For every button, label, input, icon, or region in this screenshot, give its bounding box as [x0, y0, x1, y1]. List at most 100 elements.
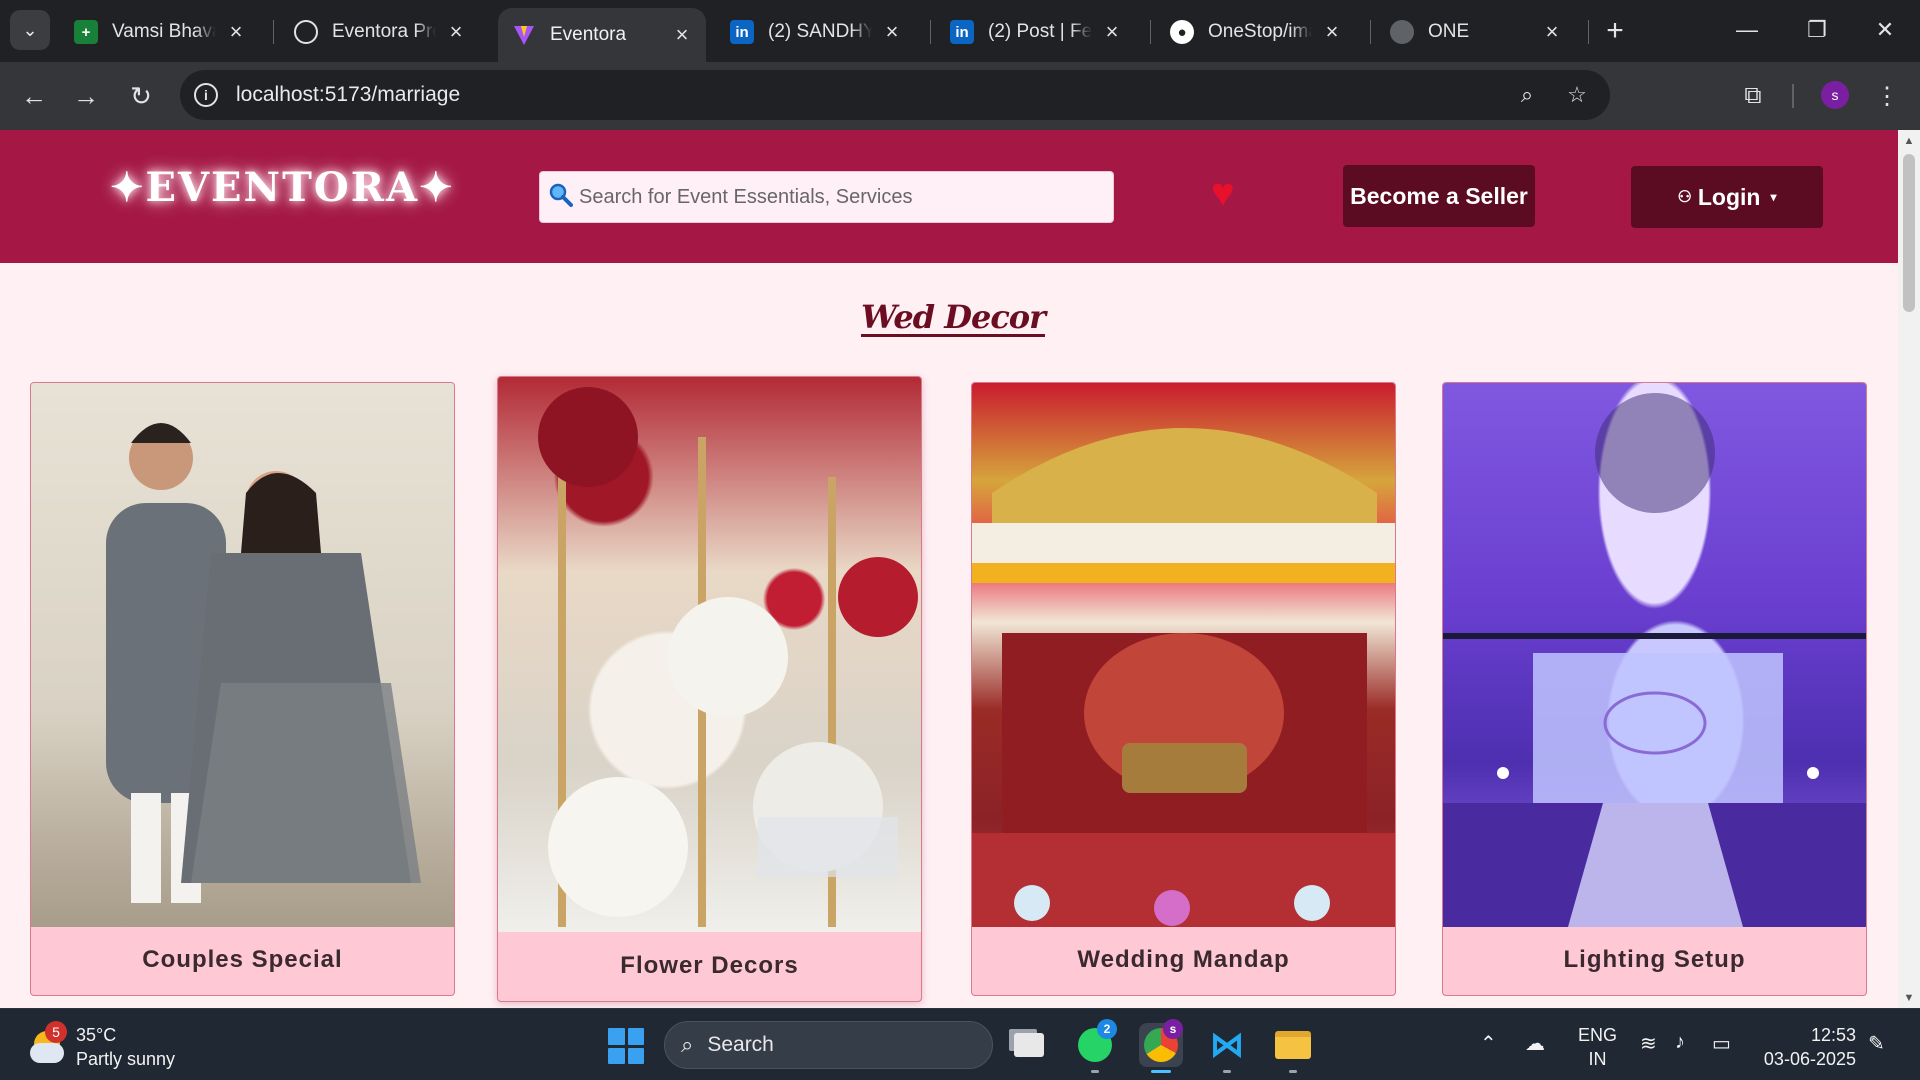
system-clock[interactable]: 12:53 03-06-2025 [1758, 1023, 1856, 1071]
card-label: Flower Decors [620, 952, 799, 979]
tab-one[interactable]: ONE × [1376, 8, 1576, 56]
category-card-flower-decors[interactable]: Flower Decors [497, 376, 922, 1002]
whatsapp-app[interactable]: 2 [1073, 1019, 1117, 1073]
flower-decor-photo [498, 377, 921, 932]
tab-linkedin-sandhya[interactable]: in (2) SANDHYA × [716, 8, 916, 56]
volume-icon[interactable]: ♪ [1675, 1031, 1685, 1054]
weather-temperature: 35°C [76, 1025, 117, 1045]
scroll-down-arrow-icon[interactable]: ▼ [1903, 992, 1915, 1004]
close-icon[interactable]: × [1540, 19, 1564, 44]
search-icon: ⌕ [681, 1032, 694, 1057]
lighting-stage-photo [1443, 383, 1866, 927]
extensions-icon[interactable]: ⧉ [1733, 76, 1773, 116]
close-icon[interactable]: × [444, 19, 468, 44]
battery-icon[interactable]: ▭ [1712, 1031, 1731, 1056]
zoom-icon[interactable]: ⌕ [1512, 80, 1542, 110]
user-icon: ⚇ [1677, 189, 1692, 206]
login-label: Login [1697, 183, 1761, 210]
chrome-app[interactable]: s [1139, 1019, 1183, 1073]
show-hidden-icons-button[interactable]: ⌃ [1480, 1031, 1497, 1056]
minimize-button[interactable]: — [1727, 10, 1767, 50]
tab-separator [1150, 20, 1151, 44]
running-indicator [1289, 1070, 1297, 1073]
browser-tab-strip: ⌄ + Vamsi Bhavani × Eventora Project × E… [0, 0, 1920, 62]
chevron-down-icon: ⌄ [22, 19, 38, 40]
tab-eventora[interactable]: Eventora × [498, 8, 706, 62]
arrow-right-icon: → [73, 80, 99, 111]
category-card-couples-special[interactable]: Couples Special [30, 382, 455, 996]
site-info-icon[interactable]: i [194, 83, 218, 107]
tab-separator [930, 20, 931, 44]
reload-icon: ↻ [130, 80, 152, 111]
task-view-button[interactable] [1007, 1023, 1051, 1067]
running-indicator [1151, 1070, 1171, 1073]
minimize-icon: — [1736, 17, 1758, 42]
page-scrollbar[interactable]: ▲ ▼ [1898, 130, 1920, 1008]
tab-github-onestop[interactable]: ● OneStop/images × [1156, 8, 1356, 56]
card-label: Lighting Setup [1563, 946, 1746, 973]
scroll-up-arrow-icon[interactable]: ▲ [1903, 135, 1915, 147]
close-icon[interactable]: × [670, 22, 694, 47]
onedrive-icon[interactable]: ☁ [1525, 1031, 1545, 1056]
wishlist-heart-icon[interactable]: ♥ [1211, 173, 1247, 213]
new-tab-button[interactable]: + [1598, 14, 1632, 48]
back-button[interactable]: ← [14, 76, 54, 116]
tab-linkedin-feed[interactable]: in (2) Post | Feed × [936, 8, 1136, 56]
card-label: Wedding Mandap [1077, 946, 1290, 973]
restore-button[interactable]: ❐ [1797, 10, 1837, 50]
tab-vamsi-bhavani[interactable]: + Vamsi Bhavani × [60, 8, 260, 56]
browser-toolbar: ← → ↻ i localhost:5173/marriage ⌕ ☆ ⧉ s … [0, 62, 1920, 130]
reload-button[interactable]: ↻ [121, 76, 161, 116]
task-view-icon [1014, 1033, 1044, 1057]
close-window-button[interactable]: ✕ [1865, 10, 1905, 50]
card-label: Couples Special [142, 946, 343, 973]
tab-separator [1588, 20, 1589, 44]
close-icon[interactable]: × [1100, 19, 1124, 44]
notification-badge: 5 [45, 1021, 67, 1043]
toolbar-separator [1792, 84, 1794, 108]
globe-icon [1390, 20, 1414, 44]
close-icon[interactable]: × [224, 19, 248, 44]
file-explorer-app[interactable] [1271, 1023, 1315, 1073]
vscode-app[interactable]: ⋈ [1205, 1023, 1249, 1073]
site-logo[interactable]: ✦EVENTORA✦ [110, 164, 455, 211]
close-icon: ✕ [1875, 17, 1895, 42]
wifi-icon[interactable]: ≋ [1640, 1031, 1657, 1056]
close-icon[interactable]: × [880, 19, 904, 44]
linkedin-icon: in [730, 20, 754, 44]
clock-date: 03-06-2025 [1763, 1049, 1856, 1069]
forward-button[interactable]: → [66, 76, 106, 116]
login-button[interactable]: ⚇ Login ▾ [1631, 166, 1823, 228]
weather-widget[interactable]: 5 35°C Partly sunny [28, 1021, 176, 1071]
become-seller-button[interactable]: Become a Seller [1343, 165, 1535, 227]
address-bar[interactable]: i localhost:5173/marriage ⌕ ☆ [180, 70, 1610, 120]
linkedin-icon: in [950, 20, 974, 44]
weather-description: Partly sunny [76, 1049, 176, 1069]
category-card-wedding-mandap[interactable]: Wedding Mandap [971, 382, 1396, 996]
scroll-thumb[interactable] [1903, 154, 1915, 312]
clock-time: 12:53 [1810, 1025, 1856, 1045]
taskbar-search[interactable]: ⌕ Search [664, 1021, 993, 1069]
mandap-photo [972, 383, 1395, 927]
tab-eventora-project[interactable]: Eventora Project × [280, 8, 480, 56]
category-card-lighting-setup[interactable]: Lighting Setup [1442, 382, 1867, 996]
taskbar-search-label: Search [707, 1033, 774, 1056]
partly-sunny-icon: 5 [28, 1021, 68, 1067]
input-language[interactable]: ENG IN [1578, 1023, 1617, 1071]
menu-kebab-icon[interactable]: ⋮ [1867, 76, 1907, 116]
profile-avatar[interactable]: s [1821, 81, 1849, 109]
windows-start-button[interactable] [608, 1028, 644, 1064]
notifications-icon[interactable]: ✎ [1868, 1031, 1885, 1056]
tab-separator [1370, 20, 1371, 44]
bookmark-star-icon[interactable]: ☆ [1562, 80, 1592, 110]
chevron-up-icon: ⌃ [1480, 1033, 1497, 1055]
url-text[interactable]: localhost:5173/marriage [236, 83, 460, 107]
tab-search-button[interactable]: ⌄ [10, 10, 50, 50]
sheets-icon: + [74, 20, 98, 44]
plus-icon: + [1606, 14, 1624, 47]
folder-icon [1275, 1031, 1311, 1059]
close-icon[interactable]: × [1320, 19, 1344, 44]
search-input[interactable] [579, 172, 1099, 222]
windows-taskbar: 5 35°C Partly sunny ⌕ Search 2 s ⋈ ⌃ ☁ E… [0, 1008, 1920, 1080]
couple-photo [31, 383, 454, 927]
